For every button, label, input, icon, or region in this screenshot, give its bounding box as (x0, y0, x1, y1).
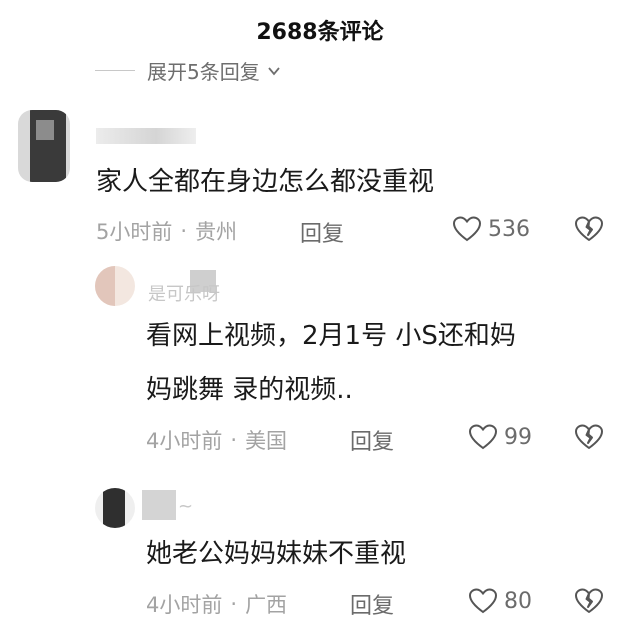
expand-divider (95, 70, 135, 71)
meta-separator: · (230, 428, 238, 452)
comment-line: 她老公妈妈妹妹不重视 (146, 539, 407, 569)
comment-time: 4小时前 (146, 593, 223, 617)
heart-icon (468, 588, 498, 614)
reply-button[interactable]: 回复 (350, 588, 394, 620)
comment-location: 贵州 (195, 220, 238, 244)
avatar-blur (95, 266, 115, 306)
comment-time: 4小时前 (146, 429, 223, 453)
avatar-blur (103, 488, 125, 528)
like-button[interactable]: 536 (452, 215, 530, 243)
comments-count-title: 2688条评论 (256, 20, 384, 45)
like-button[interactable]: 80 (468, 587, 532, 615)
comment-line: 家人全都在身边怎么都没重视 (96, 167, 435, 197)
comment-meta: 4小时前 · 广西 (146, 589, 287, 619)
avatar[interactable] (95, 266, 135, 306)
username-blur (142, 490, 176, 520)
expand-replies-label: 展开5条回复 (147, 60, 260, 84)
broken-heart-icon[interactable] (574, 587, 604, 615)
avatar[interactable] (18, 110, 70, 182)
like-count: 536 (488, 216, 530, 242)
reply-button[interactable]: 回复 (350, 424, 394, 456)
meta-separator: · (180, 219, 188, 243)
broken-heart-icon[interactable] (574, 423, 604, 451)
avatar-blur-highlight (36, 120, 54, 140)
comment-line: 妈跳舞 录的视频.. (146, 375, 353, 405)
username[interactable]: ~ (178, 496, 193, 517)
heart-icon (452, 216, 482, 242)
chevron-down-icon (268, 66, 280, 75)
comment-meta: 5小时前 · 贵州 (96, 216, 237, 246)
avatar[interactable] (95, 488, 135, 528)
comment-text: 她老公妈妈妹妹不重视 (146, 527, 406, 581)
comment-location: 广西 (245, 593, 288, 617)
comment-text: 看网上视频，2月1号 小S还和妈 妈跳舞 录的视频.. (146, 309, 516, 417)
broken-heart-icon[interactable] (574, 215, 604, 243)
like-button[interactable]: 99 (468, 423, 532, 451)
comment-text: 家人全都在身边怎么都没重视 (96, 155, 434, 209)
like-count: 99 (504, 424, 532, 450)
heart-icon (468, 424, 498, 450)
comment-meta: 4小时前 · 美国 (146, 425, 287, 455)
meta-separator: · (230, 592, 238, 616)
reply-button[interactable]: 回复 (300, 216, 344, 248)
username-blur (96, 128, 196, 144)
like-count: 80 (504, 588, 532, 614)
comment-time: 5小时前 (96, 220, 173, 244)
username[interactable]: 是可乐呀 (148, 280, 220, 306)
expand-replies-button[interactable]: 展开5条回复 (95, 56, 282, 85)
comment-line: 看网上视频，2月1号 小S还和妈 (146, 321, 516, 351)
comment-location: 美国 (245, 429, 288, 453)
